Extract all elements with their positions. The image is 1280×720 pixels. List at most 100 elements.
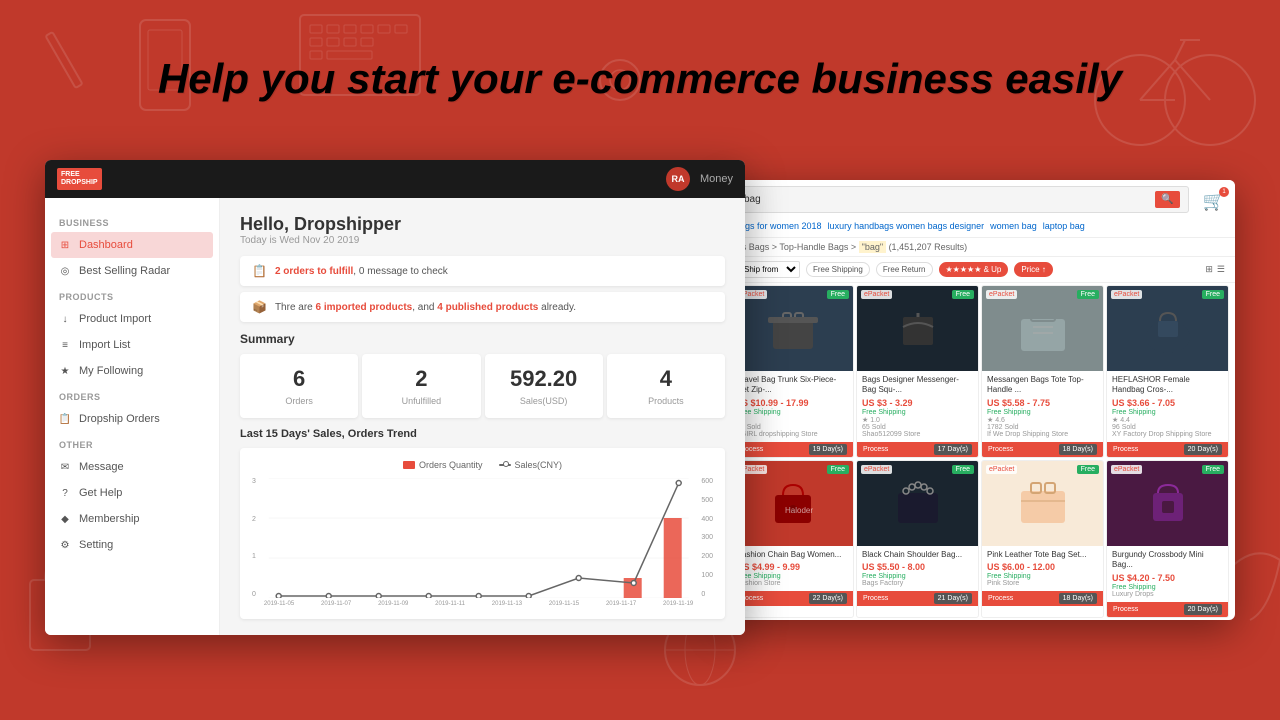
sidebar-item-import-list[interactable]: ≡ Import List xyxy=(45,332,219,358)
product-card-0[interactable]: ePacket Free Travel Bag Trunk Six-Piece-… xyxy=(731,285,854,458)
process-badge-1[interactable]: Process 17 Day(s) xyxy=(857,442,978,457)
stat-products-value: 4 xyxy=(615,366,717,392)
screenshots-container: FREE DROPSHIP RA Money BUSINESS ⊞ Dashbo… xyxy=(45,160,1235,710)
product-title-5: Black Chain Shoulder Bag... xyxy=(862,550,973,560)
sidebar-section-orders: ORDERS xyxy=(45,384,219,406)
stat-orders: 6 Orders xyxy=(240,354,358,418)
product-rating-2: ★ 4.6 xyxy=(987,416,1098,424)
product-shipping-0: Free Shipping xyxy=(737,409,848,416)
sidebar: BUSINESS ⊞ Dashboard ◎ Best Selling Rada… xyxy=(45,198,220,635)
product-title-2: Messangen Bags Tote Top-Handle ... xyxy=(987,375,1098,396)
process-badge-6[interactable]: Process 18 Day(s) xyxy=(982,591,1103,606)
product-price-4: US $4.99 - 9.99 xyxy=(737,562,848,572)
shopping-window: bag 🔍 🛒 1 bags for women 2018 luxury han… xyxy=(725,180,1235,620)
process-badge-7[interactable]: Process 20 Day(s) xyxy=(1107,602,1228,617)
product-store-2: If We Drop Shipping Store xyxy=(987,431,1098,438)
user-avatar: RA xyxy=(666,167,690,191)
tag-0[interactable]: bags for women 2018 xyxy=(735,221,822,231)
sidebar-section-products: PRODUCTS xyxy=(45,284,219,306)
sidebar-item-setting[interactable]: ⚙ Setting xyxy=(45,532,219,558)
sidebar-item-best-selling[interactable]: ◎ Best Selling Radar xyxy=(45,258,219,284)
epacket-label-1: ePacket xyxy=(861,290,892,299)
process-badge-2[interactable]: Process 18 Day(s) xyxy=(982,442,1103,457)
sidebar-item-my-following[interactable]: ★ My Following xyxy=(45,358,219,384)
sidebar-item-dropship-orders[interactable]: 📋 Dropship Orders xyxy=(45,406,219,432)
dashboard-icon: ⊞ xyxy=(59,239,71,251)
sidebar-item-membership[interactable]: ◆ Membership xyxy=(45,506,219,532)
product-card-6[interactable]: ePacket Free Pink Leather Tote Bag Set..… xyxy=(981,460,1104,618)
cart-badge: 1 xyxy=(1219,187,1229,197)
radar-icon: ◎ xyxy=(59,265,71,277)
page-date: Today is Wed Nov 20 2019 xyxy=(240,235,725,246)
product-card-7[interactable]: ePacket Free Burgundy Crossbody Mini Bag… xyxy=(1106,460,1229,618)
product-card-2[interactable]: ePacket Free Messangen Bags Tote Top-Han… xyxy=(981,285,1104,458)
stat-unfulfilled-value: 2 xyxy=(370,366,472,392)
sidebar-item-message[interactable]: ✉ Message xyxy=(45,454,219,480)
star-icon: ★ xyxy=(59,365,71,377)
process-badge-4[interactable]: Process 22 Day(s) xyxy=(732,591,853,606)
product-card-4[interactable]: Haloder ePacket Free Fashion Chain Bag W… xyxy=(731,460,854,618)
days-badge-6: 18 Day(s) xyxy=(1059,593,1097,604)
message-icon: ✉ xyxy=(59,461,71,473)
list-view-icon[interactable]: ☰ xyxy=(1217,264,1225,275)
setting-icon: ⚙ xyxy=(59,539,71,551)
tag-2[interactable]: women bag xyxy=(990,221,1037,231)
stat-unfulfilled-label: Unfulfilled xyxy=(370,396,472,406)
product-card-3[interactable]: ePacket Free HEFLASHOR Female Handbag Cr… xyxy=(1106,285,1229,458)
tag-1[interactable]: luxury handbags women bags designer xyxy=(828,221,985,231)
product-title-7: Burgundy Crossbody Mini Bag... xyxy=(1112,550,1223,571)
cart-icon-wrap[interactable]: 🛒 1 xyxy=(1203,191,1225,212)
sidebar-section-other: OTHER xyxy=(45,432,219,454)
free-badge-5: Free xyxy=(952,465,974,474)
product-shipping-2: Free Shipping xyxy=(987,409,1098,416)
product-card-5[interactable]: ePacket Free Black Chain Shoulder Bag...… xyxy=(856,460,979,618)
product-shipping-7: Free Shipping xyxy=(1112,584,1223,591)
free-badge-3: Free xyxy=(1202,290,1224,299)
product-rating-3: ★ 4.4 xyxy=(1112,416,1223,424)
chart-svg xyxy=(264,478,693,598)
product-shipping-5: Free Shipping xyxy=(862,573,973,580)
product-price-3: US $3.66 - 7.05 xyxy=(1112,398,1223,408)
epacket-label-7: ePacket xyxy=(1111,465,1142,474)
chart-container: Orders Quantity Sales(CNY) 0123 xyxy=(240,448,725,619)
days-badge-7: 20 Day(s) xyxy=(1184,604,1222,615)
product-title-4: Fashion Chain Bag Women... xyxy=(737,550,848,560)
process-badge-3[interactable]: Process 20 Day(s) xyxy=(1107,442,1228,457)
search-button[interactable]: 🔍 xyxy=(1155,191,1179,208)
free-badge-0: Free xyxy=(827,290,849,299)
epacket-label-6: ePacket xyxy=(986,465,1017,474)
search-text: bag xyxy=(744,194,1149,205)
filter-free-shipping[interactable]: Free Shipping xyxy=(806,262,870,277)
product-store-1: Shao512099 Store xyxy=(862,431,973,438)
grid-view-icon[interactable]: ⊞ xyxy=(1205,264,1213,275)
sidebar-item-get-help[interactable]: ? Get Help xyxy=(45,480,219,506)
product-sold-1: 65 Sold xyxy=(862,424,973,431)
product-card-1[interactable]: ePacket Free Bags Designer Messenger-Bag… xyxy=(856,285,979,458)
stat-products: 4 Products xyxy=(607,354,725,418)
tag-3[interactable]: laptop bag xyxy=(1043,221,1085,231)
legend-sales: Sales(CNY) xyxy=(499,460,563,470)
sidebar-item-product-import[interactable]: ↓ Product Import xyxy=(45,306,219,332)
search-bar[interactable]: bag 🔍 xyxy=(735,186,1189,213)
stat-unfulfilled: 2 Unfulfilled xyxy=(362,354,480,418)
alert-products: 📦 Thre are 6 imported products, and 4 pu… xyxy=(240,292,725,322)
filter-rating[interactable]: ★★★★★ & Up xyxy=(939,262,1009,277)
sidebar-item-dashboard[interactable]: ⊞ Dashboard xyxy=(51,232,213,258)
product-shipping-1: Free Shipping xyxy=(862,409,973,416)
stat-orders-value: 6 xyxy=(248,366,350,392)
app-logo: FREE DROPSHIP xyxy=(57,168,102,191)
product-sold-2: 1782 Sold xyxy=(987,424,1098,431)
orders-icon: 📋 xyxy=(59,413,71,425)
days-badge-0: 19 Day(s) xyxy=(809,444,847,455)
product-title-6: Pink Leather Tote Bag Set... xyxy=(987,550,1098,560)
process-badge-0[interactable]: Process 19 Day(s) xyxy=(732,442,853,457)
import-icon: ↓ xyxy=(59,313,71,325)
membership-icon: ◆ xyxy=(59,513,71,525)
filter-free-return[interactable]: Free Return xyxy=(876,262,933,277)
breadcrumb: n's Bags > Top-Handle Bags > "bag" (1,45… xyxy=(725,238,1235,257)
epacket-label-5: ePacket xyxy=(861,465,892,474)
filter-price[interactable]: Price ↑ xyxy=(1014,262,1052,277)
product-title-0: Travel Bag Trunk Six-Piece-Set Zip-... xyxy=(737,375,848,396)
dashboard-window: FREE DROPSHIP RA Money BUSINESS ⊞ Dashbo… xyxy=(45,160,745,635)
process-badge-5[interactable]: Process 21 Day(s) xyxy=(857,591,978,606)
